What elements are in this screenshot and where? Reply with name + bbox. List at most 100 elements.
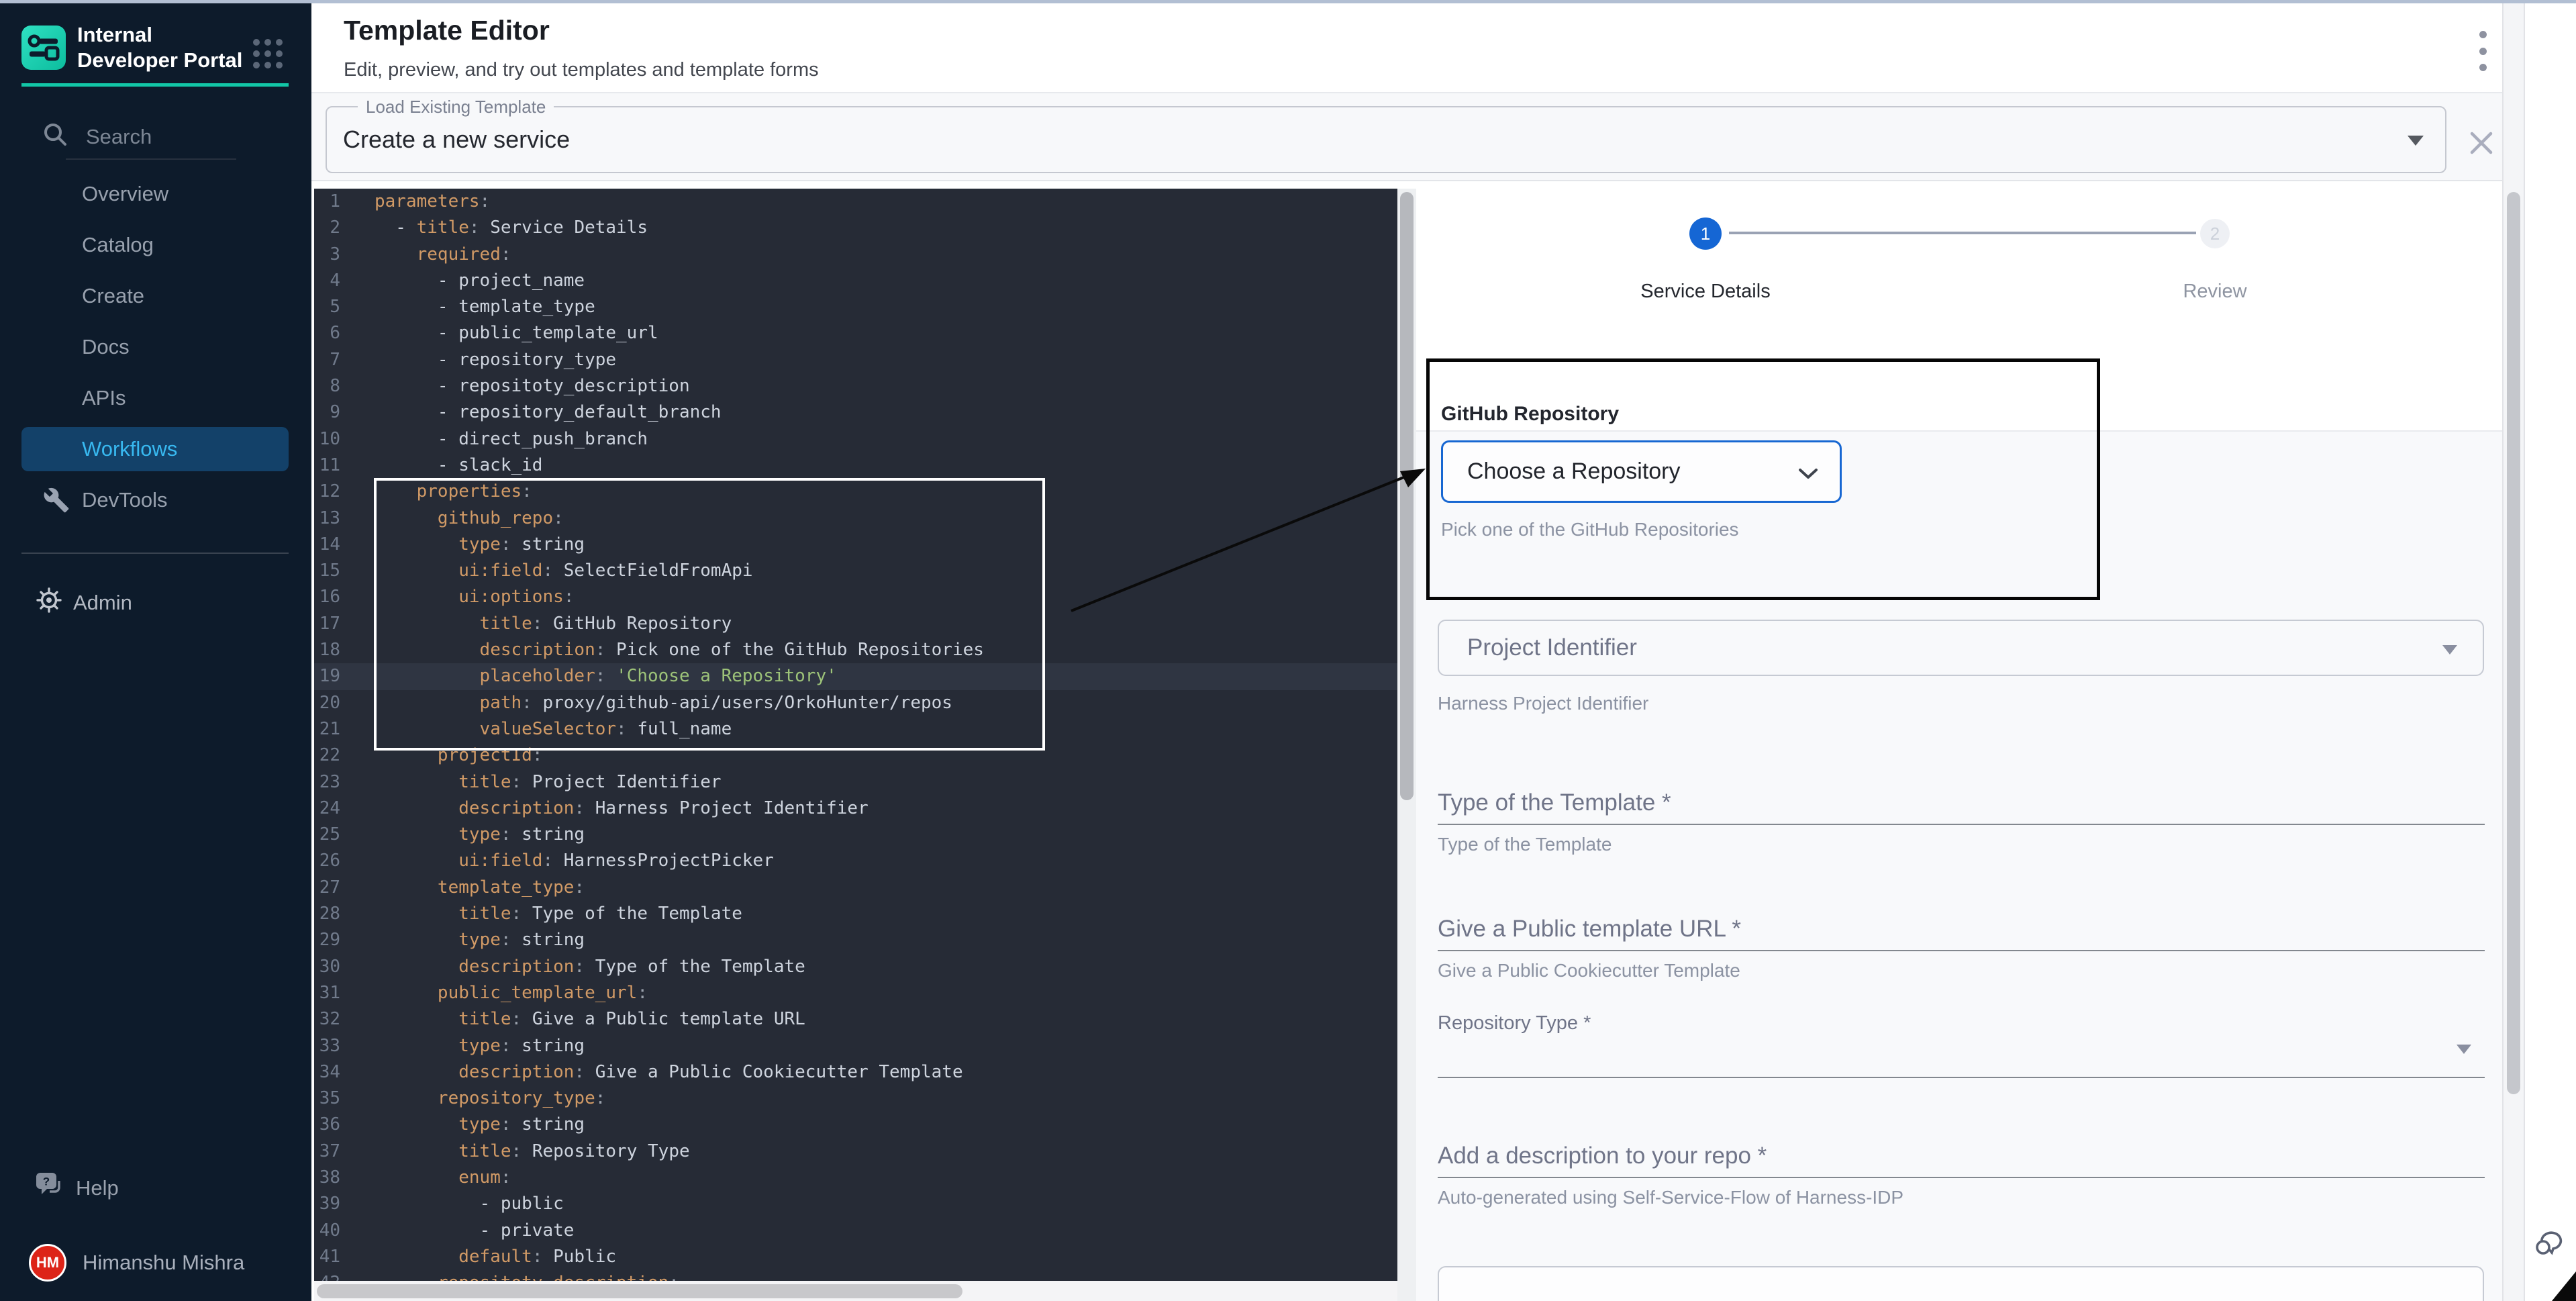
owner-select[interactable]: Choose an Owner for the Service xyxy=(1438,1266,2484,1301)
editor-line: 15 ui:field: SelectFieldFromApi xyxy=(314,558,1397,584)
editor-line: 34 description: Give a Public Cookiecutt… xyxy=(314,1059,1397,1086)
editor-line: 27 template_type: xyxy=(314,875,1397,901)
editor-line: 33 type: string xyxy=(314,1033,1397,1059)
stepper-step-1-label: Service Details xyxy=(1605,281,1806,303)
page-title: Template Editor xyxy=(344,15,550,46)
search-label: Search xyxy=(86,125,152,149)
sidebar-item-admin[interactable]: Admin xyxy=(0,577,311,628)
sidebar-item-catalog[interactable]: Catalog xyxy=(0,220,311,271)
public-url-field-label: Give a Public template URL * xyxy=(1438,916,1741,943)
avatar: HM xyxy=(29,1244,66,1282)
gear-icon xyxy=(34,585,64,620)
corner-pointer-shape xyxy=(2549,1271,2576,1301)
template-type-field-helper: Type of the Template xyxy=(1438,834,1612,855)
repo-description-field-helper: Auto-generated using Self-Service-Flow o… xyxy=(1438,1187,1903,1208)
divider xyxy=(21,552,289,554)
page-subtitle: Edit, preview, and try out templates and… xyxy=(344,59,819,81)
kebab-menu-icon[interactable] xyxy=(2475,31,2490,71)
editor-line: 35 repository_type: xyxy=(314,1086,1397,1112)
editor-line: 41 default: Public xyxy=(314,1244,1397,1270)
wrench-icon xyxy=(43,487,70,514)
sidebar-item-help[interactable]: ? Help xyxy=(0,1163,311,1214)
sidebar-item-overview[interactable]: Overview xyxy=(0,168,311,220)
editor-line: 13 github_repo: xyxy=(314,505,1397,532)
sidebar-item-docs[interactable]: Docs xyxy=(0,322,311,373)
editor-line: 7 - repository_type xyxy=(314,347,1397,373)
editor-line: 16 ui:options: xyxy=(314,584,1397,610)
editor-line: 31 public_template_url: xyxy=(314,980,1397,1006)
yaml-code-editor[interactable]: 1parameters:2 - title: Service Details3 … xyxy=(314,189,1397,1301)
editor-line: 22 projectId: xyxy=(314,742,1397,769)
svg-text:?: ? xyxy=(43,1175,50,1188)
sidebar-user[interactable]: HM Himanshu Mishra xyxy=(0,1237,311,1288)
github-repository-label: GitHub Repository xyxy=(1441,403,1619,426)
sidebar-item-workflows[interactable]: Workflows xyxy=(0,424,311,475)
dropdown-caret-icon[interactable] xyxy=(2457,1045,2471,1054)
editor-line: 5 - template_type xyxy=(314,294,1397,320)
github-repository-select[interactable]: Choose a Repository xyxy=(1441,440,1842,503)
editor-line: 1parameters: xyxy=(314,189,1397,215)
right-gutter xyxy=(2525,3,2576,1301)
load-template-value: Create a new service xyxy=(343,107,570,172)
template-type-field-underline[interactable] xyxy=(1438,824,2485,825)
help-label: Help xyxy=(76,1176,119,1200)
repo-description-field-label: Add a description to your repo * xyxy=(1438,1143,1767,1169)
stepper-connector xyxy=(1729,232,2196,234)
sidebar-item-apis[interactable]: APIs xyxy=(0,373,311,424)
sidebar-accent-rule xyxy=(21,83,289,87)
editor-line: 9 - repository_default_branch xyxy=(314,399,1397,426)
panel-scrollbar-thumb[interactable] xyxy=(2507,192,2520,1094)
editor-line: 28 title: Type of the Template xyxy=(314,901,1397,927)
repository-type-underline[interactable] xyxy=(1438,1077,2485,1078)
load-template-select[interactable]: Load Existing Template Create a new serv… xyxy=(326,106,2446,173)
editor-line: 32 title: Give a Public template URL xyxy=(314,1006,1397,1032)
sidebar-nav: OverviewCatalogCreateDocsAPIsWorkflowsDe… xyxy=(0,168,311,526)
editor-line: 14 type: string xyxy=(314,532,1397,558)
editor-vertical-scrollbar-thumb[interactable] xyxy=(1400,192,1414,800)
editor-line: 2 - title: Service Details xyxy=(314,215,1397,241)
public-url-field-underline[interactable] xyxy=(1438,950,2485,951)
editor-line: 8 - repositoty_description xyxy=(314,373,1397,399)
public-url-field-helper: Give a Public Cookiecutter Template xyxy=(1438,960,1740,981)
editor-horizontal-scrollbar-thumb[interactable] xyxy=(317,1284,962,1298)
sidebar-item-create[interactable]: Create xyxy=(0,271,311,322)
stepper-step-2[interactable]: 2 xyxy=(2200,219,2230,248)
project-identifier-select[interactable]: Project Identifier xyxy=(1438,620,2484,676)
github-repository-value: Choose a Repository xyxy=(1467,459,1681,485)
user-name: Himanshu Mishra xyxy=(83,1251,244,1275)
sidebar-search[interactable]: Search xyxy=(42,122,283,152)
editor-line: 17 title: GitHub Repository xyxy=(314,611,1397,637)
repository-type-label: Repository Type * xyxy=(1438,1012,1591,1034)
github-repository-helper: Pick one of the GitHub Repositories xyxy=(1441,519,1739,540)
editor-line: 39 - public xyxy=(314,1191,1397,1217)
editor-line: 21 valueSelector: full_name xyxy=(314,716,1397,742)
editor-line: 40 - private xyxy=(314,1218,1397,1244)
editor-line: 23 title: Project Identifier xyxy=(314,769,1397,796)
chevron-down-icon xyxy=(1798,468,1818,480)
template-editor-page: Internal Developer Portal Search Overvi xyxy=(0,0,2576,1301)
chat-bubbles-icon[interactable] xyxy=(2534,1227,2568,1261)
app-title: Internal Developer Portal xyxy=(77,22,252,73)
editor-line: 10 - direct_push_branch xyxy=(314,426,1397,452)
editor-line: 37 title: Repository Type xyxy=(314,1139,1397,1165)
editor-line: 6 - public_template_url xyxy=(314,320,1397,346)
close-icon[interactable] xyxy=(2470,132,2493,154)
search-icon xyxy=(42,121,68,153)
editor-line: 11 - slack_id xyxy=(314,452,1397,479)
app-logo-icon xyxy=(21,26,66,70)
editor-line: 3 required: xyxy=(314,242,1397,268)
project-identifier-placeholder: Project Identifier xyxy=(1467,634,1637,661)
dropdown-caret-icon[interactable] xyxy=(2408,136,2424,146)
editor-line: 24 description: Harness Project Identifi… xyxy=(314,796,1397,822)
editor-line: 30 description: Type of the Template xyxy=(314,954,1397,980)
divider xyxy=(66,158,236,160)
window-top-edge xyxy=(0,0,2576,3)
help-chat-icon: ? xyxy=(35,1171,64,1205)
stepper-step-1[interactable]: 1 xyxy=(1689,218,1722,250)
dropdown-caret-icon xyxy=(2442,645,2457,655)
apps-grid-icon[interactable] xyxy=(251,37,285,74)
editor-line: 12 properties: xyxy=(314,479,1397,505)
sidebar-item-devtools[interactable]: DevTools xyxy=(0,475,311,526)
repo-description-field-underline[interactable] xyxy=(1438,1177,2485,1178)
editor-line: 29 type: string xyxy=(314,927,1397,953)
